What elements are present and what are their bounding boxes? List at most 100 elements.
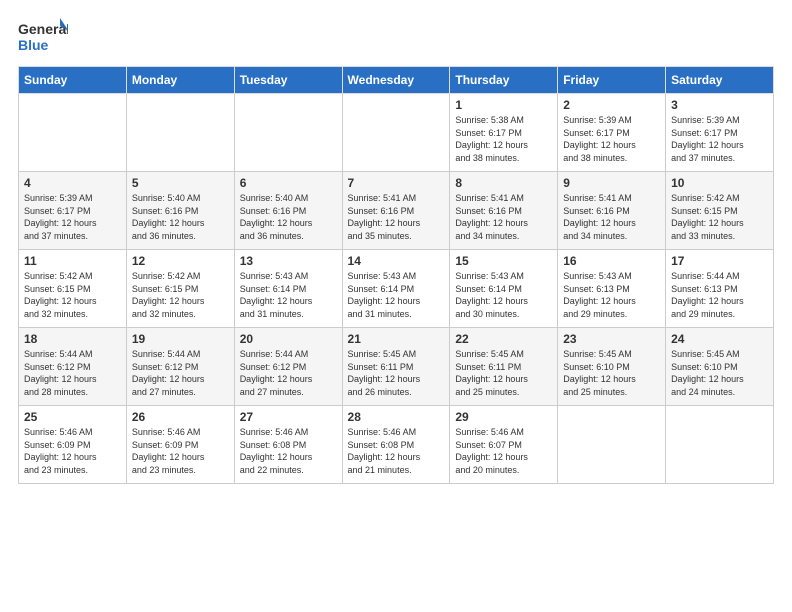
day-cell: 24 Sunrise: 5:45 AM Sunset: 6:10 PM Dayli… — [666, 328, 774, 406]
day-cell: 1 Sunrise: 5:38 AM Sunset: 6:17 PM Daylig… — [450, 94, 558, 172]
day-info: Sunrise: 5:39 AM Sunset: 6:17 PM Dayligh… — [563, 114, 660, 164]
day-cell: 12 Sunrise: 5:42 AM Sunset: 6:15 PM Dayli… — [126, 250, 234, 328]
day-cell: 26 Sunrise: 5:46 AM Sunset: 6:09 PM Dayli… — [126, 406, 234, 484]
day-cell: 10 Sunrise: 5:42 AM Sunset: 6:15 PM Dayli… — [666, 172, 774, 250]
day-number: 15 — [455, 254, 552, 268]
day-number: 27 — [240, 410, 337, 424]
day-number: 20 — [240, 332, 337, 346]
day-info: Sunrise: 5:44 AM Sunset: 6:12 PM Dayligh… — [132, 348, 229, 398]
week-row-5: 25 Sunrise: 5:46 AM Sunset: 6:09 PM Dayli… — [19, 406, 774, 484]
day-cell: 4Sunrise: 5:39 AM Sunset: 6:17 PM Daylig… — [19, 172, 127, 250]
day-cell: 27 Sunrise: 5:46 AM Sunset: 6:08 PM Dayli… — [234, 406, 342, 484]
day-number: 26 — [132, 410, 229, 424]
day-number: 13 — [240, 254, 337, 268]
day-info: Sunrise: 5:42 AM Sunset: 6:15 PM Dayligh… — [132, 270, 229, 320]
day-info: Sunrise: 5:44 AM Sunset: 6:12 PM Dayligh… — [24, 348, 121, 398]
day-info: Sunrise: 5:44 AM Sunset: 6:13 PM Dayligh… — [671, 270, 768, 320]
day-cell: 23 Sunrise: 5:45 AM Sunset: 6:10 PM Dayli… — [558, 328, 666, 406]
day-number: 28 — [348, 410, 445, 424]
weekday-header-wednesday: Wednesday — [342, 67, 450, 94]
day-info: Sunrise: 5:46 AM Sunset: 6:09 PM Dayligh… — [24, 426, 121, 476]
day-cell — [19, 94, 127, 172]
day-number: 10 — [671, 176, 768, 190]
day-info: Sunrise: 5:41 AM Sunset: 6:16 PM Dayligh… — [563, 192, 660, 242]
day-info: Sunrise: 5:43 AM Sunset: 6:14 PM Dayligh… — [455, 270, 552, 320]
day-number: 16 — [563, 254, 660, 268]
weekday-header-friday: Friday — [558, 67, 666, 94]
day-cell — [126, 94, 234, 172]
day-number: 2 — [563, 98, 660, 112]
day-info: Sunrise: 5:44 AM Sunset: 6:12 PM Dayligh… — [240, 348, 337, 398]
day-info: Sunrise: 5:45 AM Sunset: 6:11 PM Dayligh… — [348, 348, 445, 398]
day-info: Sunrise: 5:42 AM Sunset: 6:15 PM Dayligh… — [24, 270, 121, 320]
day-cell: 28 Sunrise: 5:46 AM Sunset: 6:08 PM Dayli… — [342, 406, 450, 484]
week-row-3: 11 Sunrise: 5:42 AM Sunset: 6:15 PM Dayli… — [19, 250, 774, 328]
weekday-header-monday: Monday — [126, 67, 234, 94]
page: General Blue SundayMondayTuesdayWednesda… — [0, 0, 792, 612]
day-number: 12 — [132, 254, 229, 268]
day-cell: 6Sunrise: 5:40 AM Sunset: 6:16 PM Daylig… — [234, 172, 342, 250]
day-cell: 22Sunrise: 5:45 AM Sunset: 6:11 PM Dayli… — [450, 328, 558, 406]
day-cell: 13Sunrise: 5:43 AM Sunset: 6:14 PM Dayli… — [234, 250, 342, 328]
day-info: Sunrise: 5:45 AM Sunset: 6:11 PM Dayligh… — [455, 348, 552, 398]
day-number: 19 — [132, 332, 229, 346]
day-info: Sunrise: 5:38 AM Sunset: 6:17 PM Dayligh… — [455, 114, 552, 164]
day-info: Sunrise: 5:43 AM Sunset: 6:14 PM Dayligh… — [348, 270, 445, 320]
day-info: Sunrise: 5:45 AM Sunset: 6:10 PM Dayligh… — [671, 348, 768, 398]
day-info: Sunrise: 5:39 AM Sunset: 6:17 PM Dayligh… — [24, 192, 121, 242]
day-cell: 7 Sunrise: 5:41 AM Sunset: 6:16 PM Daylig… — [342, 172, 450, 250]
day-info: Sunrise: 5:41 AM Sunset: 6:16 PM Dayligh… — [348, 192, 445, 242]
day-cell: 3 Sunrise: 5:39 AM Sunset: 6:17 PM Daylig… — [666, 94, 774, 172]
day-number: 18 — [24, 332, 121, 346]
day-info: Sunrise: 5:40 AM Sunset: 6:16 PM Dayligh… — [240, 192, 337, 242]
day-info: Sunrise: 5:46 AM Sunset: 6:08 PM Dayligh… — [348, 426, 445, 476]
day-number: 25 — [24, 410, 121, 424]
calendar-table: SundayMondayTuesdayWednesdayThursdayFrid… — [18, 66, 774, 484]
day-info: Sunrise: 5:39 AM Sunset: 6:17 PM Dayligh… — [671, 114, 768, 164]
day-number: 21 — [348, 332, 445, 346]
weekday-header-thursday: Thursday — [450, 67, 558, 94]
day-info: Sunrise: 5:45 AM Sunset: 6:10 PM Dayligh… — [563, 348, 660, 398]
day-cell: 16 Sunrise: 5:43 AM Sunset: 6:13 PM Dayli… — [558, 250, 666, 328]
header: General Blue — [18, 16, 774, 56]
day-number: 3 — [671, 98, 768, 112]
day-info: Sunrise: 5:41 AM Sunset: 6:16 PM Dayligh… — [455, 192, 552, 242]
week-row-4: 18 Sunrise: 5:44 AM Sunset: 6:12 PM Dayli… — [19, 328, 774, 406]
weekday-header-sunday: Sunday — [19, 67, 127, 94]
day-number: 24 — [671, 332, 768, 346]
day-cell: 21 Sunrise: 5:45 AM Sunset: 6:11 PM Dayli… — [342, 328, 450, 406]
day-cell: 9 Sunrise: 5:41 AM Sunset: 6:16 PM Daylig… — [558, 172, 666, 250]
day-cell: 11 Sunrise: 5:42 AM Sunset: 6:15 PM Dayli… — [19, 250, 127, 328]
day-cell: 29 Sunrise: 5:46 AM Sunset: 6:07 PM Dayli… — [450, 406, 558, 484]
day-info: Sunrise: 5:46 AM Sunset: 6:08 PM Dayligh… — [240, 426, 337, 476]
day-number: 9 — [563, 176, 660, 190]
day-info: Sunrise: 5:42 AM Sunset: 6:15 PM Dayligh… — [671, 192, 768, 242]
day-cell: 20 Sunrise: 5:44 AM Sunset: 6:12 PM Dayli… — [234, 328, 342, 406]
day-number: 23 — [563, 332, 660, 346]
day-info: Sunrise: 5:46 AM Sunset: 6:09 PM Dayligh… — [132, 426, 229, 476]
logo-svg: General Blue — [18, 16, 68, 56]
day-cell — [234, 94, 342, 172]
weekday-header-saturday: Saturday — [666, 67, 774, 94]
day-number: 7 — [348, 176, 445, 190]
day-info: Sunrise: 5:43 AM Sunset: 6:13 PM Dayligh… — [563, 270, 660, 320]
day-number: 11 — [24, 254, 121, 268]
day-info: Sunrise: 5:46 AM Sunset: 6:07 PM Dayligh… — [455, 426, 552, 476]
week-row-1: 1 Sunrise: 5:38 AM Sunset: 6:17 PM Daylig… — [19, 94, 774, 172]
day-number: 1 — [455, 98, 552, 112]
day-cell: 14Sunrise: 5:43 AM Sunset: 6:14 PM Dayli… — [342, 250, 450, 328]
day-cell: 5Sunrise: 5:40 AM Sunset: 6:16 PM Daylig… — [126, 172, 234, 250]
day-cell — [342, 94, 450, 172]
day-cell: 2 Sunrise: 5:39 AM Sunset: 6:17 PM Daylig… — [558, 94, 666, 172]
day-number: 17 — [671, 254, 768, 268]
day-number: 8 — [455, 176, 552, 190]
weekday-header-row: SundayMondayTuesdayWednesdayThursdayFrid… — [19, 67, 774, 94]
day-number: 29 — [455, 410, 552, 424]
day-cell — [558, 406, 666, 484]
day-info: Sunrise: 5:40 AM Sunset: 6:16 PM Dayligh… — [132, 192, 229, 242]
day-cell: 17 Sunrise: 5:44 AM Sunset: 6:13 PM Dayli… — [666, 250, 774, 328]
day-cell: 19 Sunrise: 5:44 AM Sunset: 6:12 PM Dayli… — [126, 328, 234, 406]
day-cell: 18 Sunrise: 5:44 AM Sunset: 6:12 PM Dayli… — [19, 328, 127, 406]
svg-text:Blue: Blue — [18, 37, 49, 53]
weekday-header-tuesday: Tuesday — [234, 67, 342, 94]
